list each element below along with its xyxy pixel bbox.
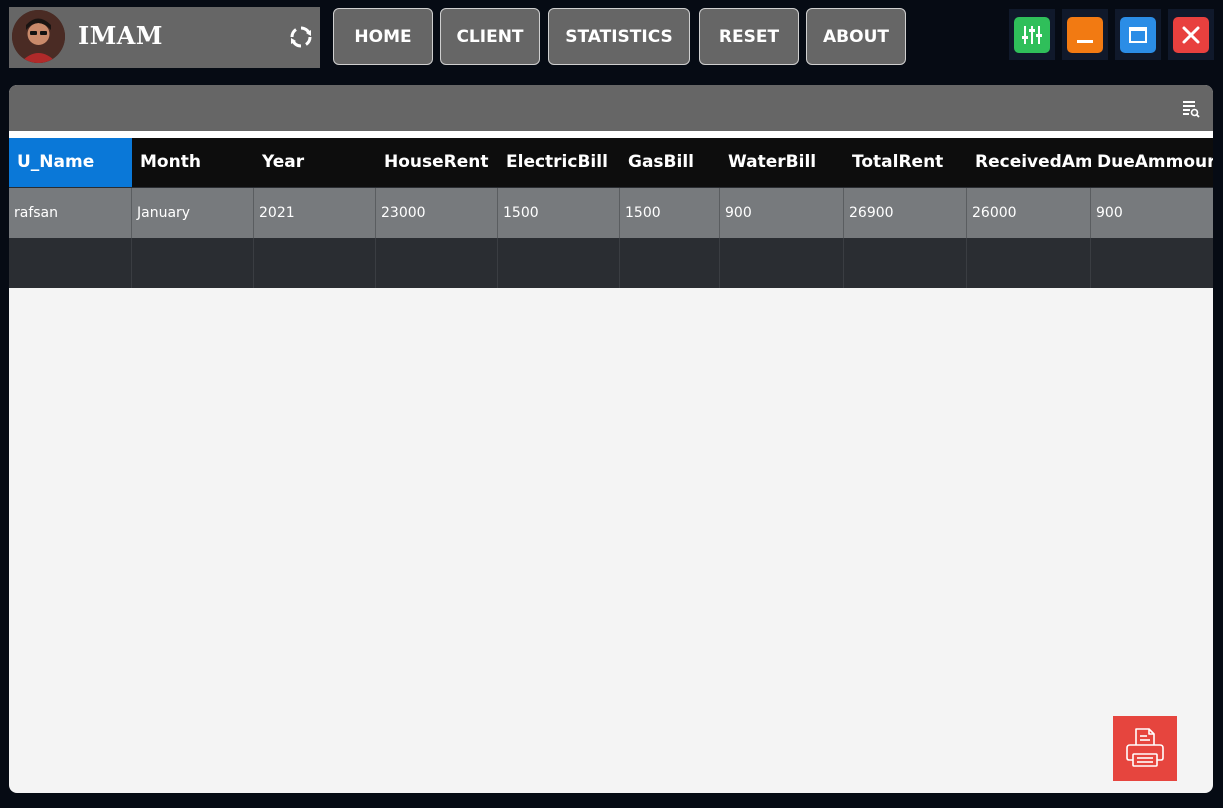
column-header-gasbill[interactable]: GasBill bbox=[620, 138, 720, 187]
grid-header: U_Name Month Year HouseRent ElectricBill… bbox=[9, 138, 1213, 187]
table-cell[interactable]: 1500 bbox=[498, 188, 620, 238]
toolbar bbox=[9, 85, 1213, 131]
about-button[interactable]: ABOUT bbox=[806, 8, 906, 65]
table-cell[interactable]: 1500 bbox=[620, 188, 720, 238]
sliders-icon bbox=[1014, 16, 1050, 53]
table-cell[interactable]: 900 bbox=[1091, 188, 1213, 238]
table-cell[interactable]: rafsan bbox=[9, 188, 132, 238]
table-cell[interactable]: 26000 bbox=[967, 188, 1091, 238]
main-panel: U_Name Month Year HouseRent ElectricBill… bbox=[9, 85, 1213, 793]
new-row[interactable] bbox=[9, 238, 1213, 288]
table-cell[interactable]: 900 bbox=[720, 188, 844, 238]
print-button[interactable] bbox=[1113, 716, 1177, 781]
empty-cell[interactable] bbox=[498, 238, 620, 288]
avatar[interactable] bbox=[12, 10, 65, 63]
user-panel: IMAM bbox=[9, 7, 320, 68]
close-button[interactable] bbox=[1168, 9, 1214, 60]
column-header-electricbill[interactable]: ElectricBill bbox=[498, 138, 620, 187]
table-cell[interactable]: 2021 bbox=[254, 188, 376, 238]
empty-cell[interactable] bbox=[132, 238, 254, 288]
close-icon bbox=[1173, 16, 1209, 53]
table-cell[interactable]: January bbox=[132, 188, 254, 238]
column-header-dueammour[interactable]: DueAmmour bbox=[1091, 138, 1213, 187]
maximize-button[interactable] bbox=[1115, 9, 1161, 60]
column-header-month[interactable]: Month bbox=[132, 138, 254, 187]
printer-icon bbox=[1121, 723, 1169, 775]
empty-cell[interactable] bbox=[376, 238, 498, 288]
user-name: IMAM bbox=[78, 21, 163, 50]
column-header-receivedam[interactable]: ReceivedAm bbox=[967, 138, 1091, 187]
empty-cell[interactable] bbox=[254, 238, 376, 288]
settings-button[interactable] bbox=[1009, 9, 1055, 60]
column-header-waterbill[interactable]: WaterBill bbox=[720, 138, 844, 187]
column-header-year[interactable]: Year bbox=[254, 138, 376, 187]
reset-button[interactable]: RESET bbox=[699, 8, 799, 65]
data-grid: U_Name Month Year HouseRent ElectricBill… bbox=[9, 138, 1213, 288]
statistics-button[interactable]: STATISTICS bbox=[548, 8, 690, 65]
minimize-button[interactable] bbox=[1062, 9, 1108, 60]
empty-cell[interactable] bbox=[720, 238, 844, 288]
empty-cell[interactable] bbox=[1091, 238, 1213, 288]
minimize-icon bbox=[1067, 16, 1103, 53]
table-cell[interactable]: 23000 bbox=[376, 188, 498, 238]
client-button[interactable]: CLIENT bbox=[440, 8, 540, 65]
column-header-houserent[interactable]: HouseRent bbox=[376, 138, 498, 187]
table-row[interactable]: rafsan January 2021 23000 1500 1500 900 … bbox=[9, 188, 1213, 238]
empty-cell[interactable] bbox=[9, 238, 132, 288]
table-cell[interactable]: 26900 bbox=[844, 188, 967, 238]
empty-cell[interactable] bbox=[967, 238, 1091, 288]
maximize-icon bbox=[1120, 16, 1156, 53]
column-header-totalrent[interactable]: TotalRent bbox=[844, 138, 967, 187]
toolbar-separator bbox=[9, 131, 1213, 138]
search-list-icon[interactable] bbox=[1182, 100, 1200, 118]
empty-cell[interactable] bbox=[620, 238, 720, 288]
home-button[interactable]: HOME bbox=[333, 8, 433, 65]
refresh-icon[interactable] bbox=[288, 24, 314, 50]
column-header-u-name[interactable]: U_Name bbox=[9, 138, 132, 187]
empty-cell[interactable] bbox=[844, 238, 967, 288]
